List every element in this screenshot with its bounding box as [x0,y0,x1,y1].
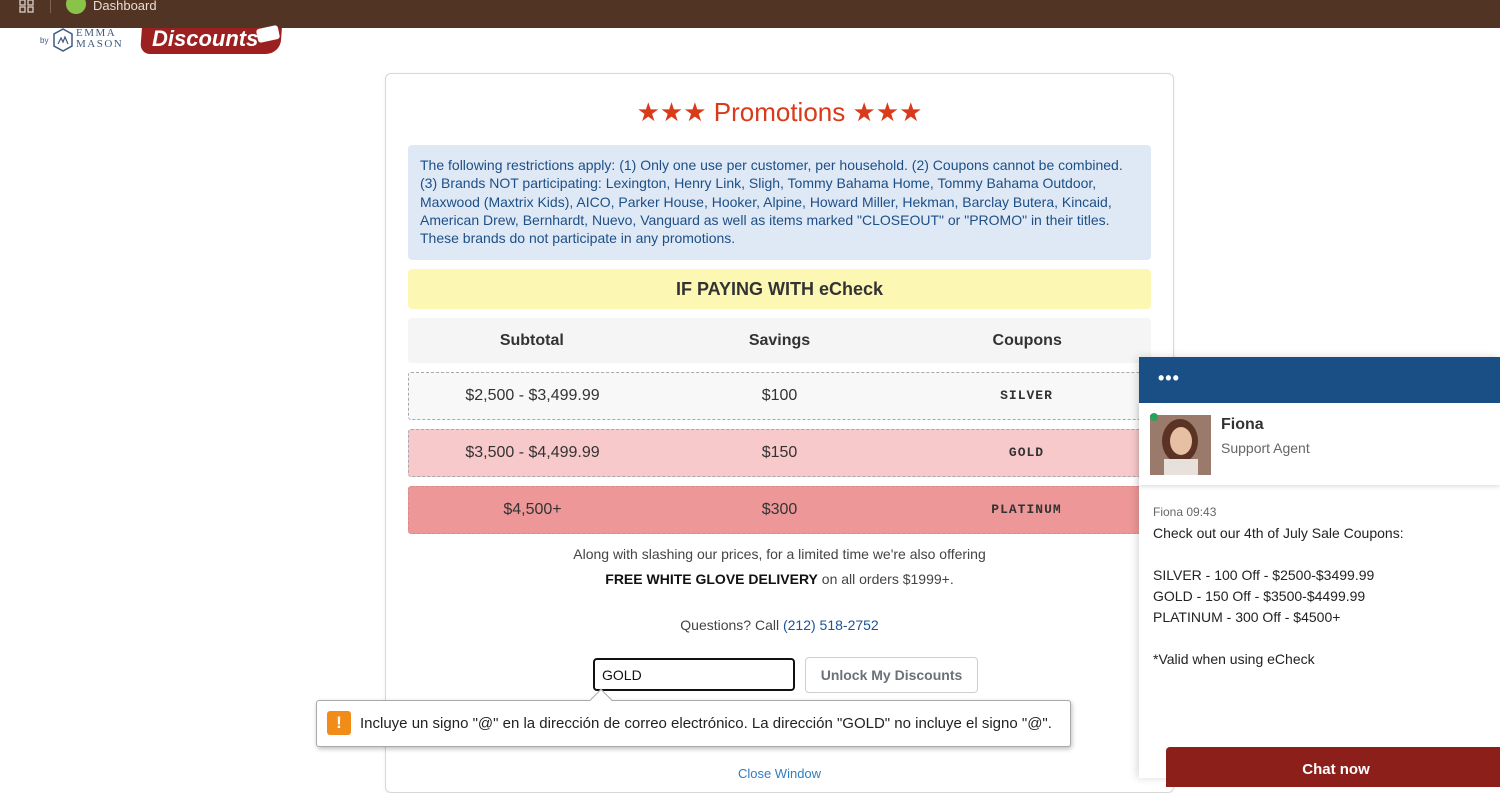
logo-brand-name: EMMA MASON [76,27,124,50]
discounts-logo-text: Discounts [152,26,259,51]
coupon-row-silver: $2,500 - $3,499.99 $100 SILVER [408,372,1151,420]
row-subtotal: $3,500 - $4,499.99 [465,444,600,461]
chat-now-button[interactable]: Chat now [1166,747,1500,787]
row-subtotal: $2,500 - $3,499.99 [465,387,600,404]
logo-by-text: by [40,36,49,45]
bookmark-divider [50,0,51,13]
chat-widget: ••• Fiona Support Agent Fiona 09:43 Chec… [1139,357,1500,787]
row-savings: $150 [761,444,798,461]
message-line: GOLD - 150 Off - $3500-$4499.99 [1153,588,1366,604]
agent-name: Fiona [1221,416,1264,433]
promotions-modal: ★★★ Promotions ★★★ The following restric… [385,73,1174,793]
emma-mason-hex-icon [53,28,73,52]
row-savings: $100 [761,387,798,404]
header-coupons: Coupons [992,332,1062,349]
offer-text: Along with slashing our prices, for a li… [573,546,986,562]
promotions-title: ★★★ Promotions ★★★ [636,97,923,127]
avatar [1150,415,1211,475]
delivery-offer-bold: FREE WHITE GLOVE DELIVERY [605,571,818,587]
validation-message: Incluye un signo "@" en la dirección de … [360,715,1052,732]
coupon-row-platinum: $4,500+ $300 PLATINUM [408,486,1151,534]
coupon-email-input[interactable] [593,658,795,691]
validation-tooltip: ! Incluye un signo "@" en la dirección d… [316,688,1071,747]
coupon-row-gold: $3,500 - $4,499.99 $150 GOLD [408,429,1151,477]
bookmark-dashboard[interactable]: Dashboard [93,0,157,13]
coupon-table-header: Subtotal Savings Coupons [408,318,1151,363]
row-savings: $300 [761,501,798,518]
message-meta: Fiona 09:43 [1153,505,1217,519]
apps-grid-icon[interactable] [18,0,36,13]
message-line: PLATINUM - 300 Off - $4500+ [1153,609,1341,625]
chat-header: ••• [1139,357,1500,403]
header-savings: Savings [748,332,811,349]
phone-link[interactable]: (212) 518-2752 [783,617,879,633]
message-line: Check out our 4th of July Sale Coupons: [1153,525,1404,541]
questions-line: Questions? Call (212) 518-2752 [386,617,1173,633]
more-options-icon[interactable]: ••• [1158,368,1180,389]
close-window-link[interactable]: Close Window [386,766,1173,781]
warning-icon: ! [327,711,351,735]
browser-bookmark-bar: Dashboard [0,0,1500,28]
row-coupon-code: PLATINUM [991,502,1062,517]
header-subtotal: Subtotal [499,332,564,349]
row-coupon-code: GOLD [1008,445,1045,460]
row-coupon-code: SILVER [1000,388,1053,403]
online-status-icon [1150,413,1158,421]
questions-prefix: Questions? Call [680,617,783,633]
message-line: *Valid when using eCheck [1153,651,1315,667]
delivery-offer: FREE WHITE GLOVE DELIVERY on all orders … [386,571,1173,587]
dashboard-favicon-icon [66,0,86,14]
agent-card: Fiona Support Agent [1139,403,1500,485]
agent-role: Support Agent [1221,440,1310,456]
unlock-discounts-button[interactable]: Unlock My Discounts [805,657,978,693]
row-subtotal: $4,500+ [503,501,562,518]
delivery-offer-rest: on all orders $1999+. [817,571,954,587]
message-line: SILVER - 100 Off - $2500-$3499.99 [1153,567,1375,583]
restrictions-notice: The following restrictions apply: (1) On… [408,145,1151,260]
echeck-banner: IF PAYING WITH eCheck [408,269,1151,309]
